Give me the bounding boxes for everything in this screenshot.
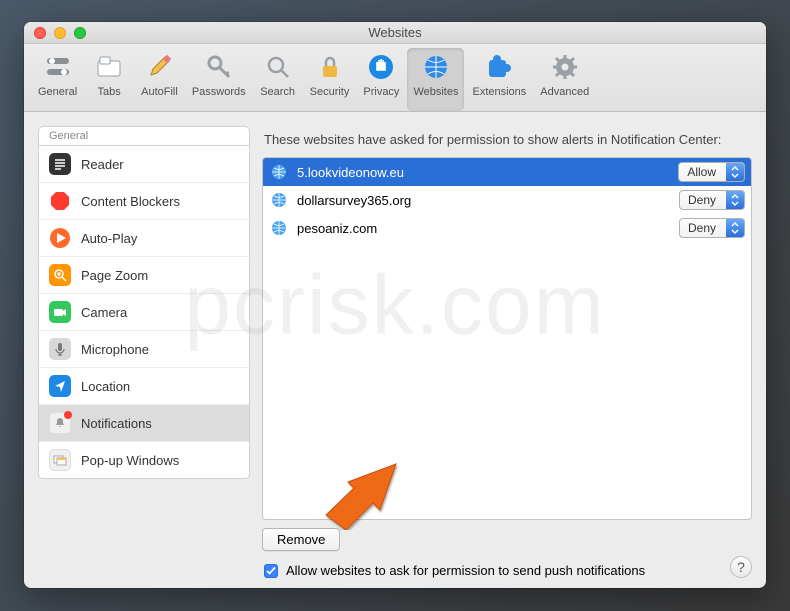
switches-icon <box>43 52 73 82</box>
hand-icon <box>366 52 396 82</box>
toolbar-privacy[interactable]: Privacy <box>357 48 405 111</box>
tab-icon <box>94 52 124 82</box>
titlebar: Websites <box>24 22 766 44</box>
window-title: Websites <box>24 25 766 40</box>
minimize-icon[interactable] <box>54 27 66 39</box>
windows-icon <box>49 449 71 471</box>
sidebar-item-label: Microphone <box>81 342 149 357</box>
toolbar-label: Security <box>310 86 350 98</box>
sidebar-item-camera[interactable]: Camera <box>39 294 249 331</box>
help-button[interactable]: ? <box>730 556 752 578</box>
toolbar-label: Extensions <box>472 86 526 98</box>
toolbar-advanced[interactable]: Advanced <box>534 48 595 111</box>
sidebar-item-label: Location <box>81 379 130 394</box>
toolbar-passwords[interactable]: Passwords <box>186 48 252 111</box>
toolbar-label: Websites <box>413 86 458 98</box>
toolbar-label: Privacy <box>363 86 399 98</box>
sidebar-item-autoplay[interactable]: Auto-Play <box>39 220 249 257</box>
sidebar-item-label: Pop-up Windows <box>81 453 179 468</box>
zoom-in-icon <box>49 264 71 286</box>
toolbar-extensions[interactable]: Extensions <box>466 48 532 111</box>
websites-table: 5.lookvideonow.eu Allow dollarsurvey365.… <box>262 157 752 520</box>
sidebar-item-notifications[interactable]: Notifications <box>39 405 249 442</box>
main-panel: These websites have asked for permission… <box>262 126 752 578</box>
sidebar-item-location[interactable]: Location <box>39 368 249 405</box>
table-row[interactable]: pesoaniz.com Deny <box>263 214 751 242</box>
sidebar-list: Reader Content Blockers Auto-Play Page Z… <box>38 145 250 479</box>
site-icon <box>271 164 287 180</box>
content-area: General Reader Content Blockers Auto-Pla… <box>24 112 766 588</box>
toolbar-label: AutoFill <box>141 86 178 98</box>
checkbox-row: Allow websites to ask for permission to … <box>262 553 752 578</box>
sidebar-item-label: Page Zoom <box>81 268 148 283</box>
remove-button[interactable]: Remove <box>262 528 340 551</box>
site-icon <box>271 192 287 208</box>
toolbar-label: Tabs <box>98 86 121 98</box>
sidebar-header: General <box>38 126 250 145</box>
sidebar-item-label: Content Blockers <box>81 194 180 209</box>
sidebar-item-label: Camera <box>81 305 127 320</box>
bell-icon <box>49 412 71 434</box>
toolbar-general[interactable]: General <box>32 48 83 111</box>
close-icon[interactable] <box>34 27 46 39</box>
chevron-updown-icon <box>726 163 744 181</box>
pencil-icon <box>144 52 174 82</box>
permission-value: Deny <box>680 221 726 235</box>
permission-value: Deny <box>680 193 726 207</box>
toolbar-search[interactable]: Search <box>254 48 302 111</box>
globe-icon <box>421 52 451 82</box>
window-controls <box>24 27 86 39</box>
site-name: dollarsurvey365.org <box>297 193 669 208</box>
site-name: pesoaniz.com <box>297 221 669 236</box>
gear-icon <box>550 52 580 82</box>
table-row[interactable]: 5.lookvideonow.eu Allow <box>263 158 751 186</box>
site-icon <box>271 220 287 236</box>
toolbar-label: Advanced <box>540 86 589 98</box>
allow-checkbox[interactable] <box>264 564 278 578</box>
permission-select[interactable]: Allow <box>678 162 745 182</box>
microphone-icon <box>49 338 71 360</box>
badge-icon <box>64 411 72 419</box>
sidebar-item-page-zoom[interactable]: Page Zoom <box>39 257 249 294</box>
table-row[interactable]: dollarsurvey365.org Deny <box>263 186 751 214</box>
location-icon <box>49 375 71 397</box>
sidebar-item-label: Auto-Play <box>81 231 137 246</box>
table-actions: Remove <box>262 520 752 553</box>
toolbar-tabs[interactable]: Tabs <box>85 48 133 111</box>
sidebar-item-reader[interactable]: Reader <box>39 146 249 183</box>
sidebar-item-content-blockers[interactable]: Content Blockers <box>39 183 249 220</box>
site-name: 5.lookvideonow.eu <box>297 165 668 180</box>
play-icon <box>49 227 71 249</box>
toolbar-label: Passwords <box>192 86 246 98</box>
toolbar-label: Search <box>260 86 295 98</box>
stop-icon <box>49 190 71 212</box>
chevron-updown-icon <box>726 219 744 237</box>
reader-icon <box>49 153 71 175</box>
chevron-updown-icon <box>726 191 744 209</box>
toolbar-security[interactable]: Security <box>304 48 356 111</box>
sidebar: General Reader Content Blockers Auto-Pla… <box>38 126 250 578</box>
permission-select[interactable]: Deny <box>679 190 745 210</box>
lock-icon <box>315 52 345 82</box>
camera-icon <box>49 301 71 323</box>
preferences-window: Websites General Tabs AutoFill Passwords <box>24 22 766 588</box>
toolbar-autofill[interactable]: AutoFill <box>135 48 184 111</box>
toolbar: General Tabs AutoFill Passwords Search <box>24 44 766 112</box>
checkbox-label: Allow websites to ask for permission to … <box>286 563 645 578</box>
permission-select[interactable]: Deny <box>679 218 745 238</box>
toolbar-label: General <box>38 86 77 98</box>
key-icon <box>204 52 234 82</box>
toolbar-websites[interactable]: Websites <box>407 48 464 111</box>
panel-description: These websites have asked for permission… <box>262 126 752 157</box>
check-icon <box>266 566 276 576</box>
search-icon <box>263 52 293 82</box>
zoom-icon[interactable] <box>74 27 86 39</box>
sidebar-item-label: Notifications <box>81 416 152 431</box>
sidebar-item-label: Reader <box>81 157 124 172</box>
puzzle-icon <box>484 52 514 82</box>
sidebar-item-popup-windows[interactable]: Pop-up Windows <box>39 442 249 478</box>
sidebar-item-microphone[interactable]: Microphone <box>39 331 249 368</box>
permission-value: Allow <box>679 165 726 179</box>
